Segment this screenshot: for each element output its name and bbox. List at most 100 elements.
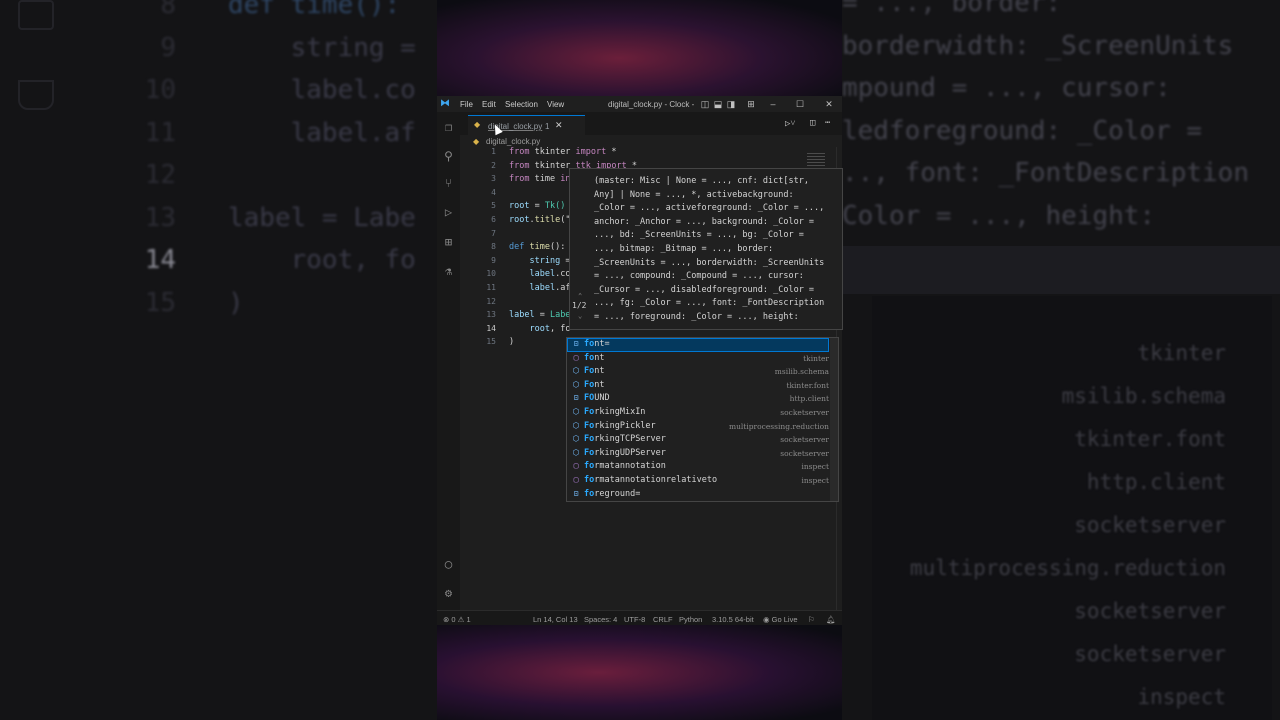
- menu-selection[interactable]: Selection: [505, 100, 538, 109]
- language-mode[interactable]: Python: [679, 615, 702, 624]
- background-line-number: 9: [160, 32, 176, 63]
- title-bar: ⧓ File Edit Selection View digital_clock…: [437, 96, 842, 112]
- code-token: root: [509, 201, 530, 212]
- suggestion-match: fo: [584, 339, 595, 349]
- background-extensions-icon: [18, 0, 54, 30]
- indentation[interactable]: Spaces: 4: [584, 615, 617, 624]
- tab-close-icon[interactable]: ✕: [555, 120, 563, 131]
- suggestion-item[interactable]: ⊡ font=: [567, 338, 829, 352]
- previous-signature-icon[interactable]: ⌃: [578, 292, 582, 300]
- next-signature-icon[interactable]: ⌄: [578, 312, 582, 320]
- menu-view[interactable]: View: [547, 100, 564, 109]
- window-title: digital_clock.py - Clock -: [608, 100, 695, 109]
- line-number: 4: [491, 187, 496, 197]
- suggestion-item[interactable]: ⊡ FOUND http.client: [567, 392, 829, 406]
- run-debug-icon[interactable]: ▷: [441, 205, 456, 220]
- more-actions-icon[interactable]: ⋯: [825, 118, 830, 128]
- search-icon[interactable]: ⚲: [441, 149, 456, 164]
- code-line[interactable]: def time():: [509, 242, 565, 252]
- code-token: label: [509, 310, 535, 321]
- top-glow: [437, 0, 842, 97]
- background-suggestion-detail: socketserver: [1074, 599, 1226, 623]
- problems-status[interactable]: ⊗ 0 ⚠ 1: [443, 615, 471, 624]
- breadcrumb: ◆ digital_clock.py: [460, 135, 842, 147]
- testing-icon[interactable]: ⚗: [441, 264, 456, 279]
- code-token: ():: [549, 242, 566, 253]
- suggestion-item[interactable]: ⬡ Font msilib.schema: [567, 365, 830, 379]
- class-icon: ⬡: [572, 434, 580, 444]
- variable-icon: ⊡: [573, 488, 579, 498]
- background-line-number: 10: [144, 75, 176, 105]
- code-line[interactable]: from tkinter import *: [509, 147, 617, 157]
- python-file-icon: ◆: [473, 137, 480, 146]
- line-number: 5: [491, 201, 496, 211]
- toggle-panel-icon[interactable]: ⬓: [712, 98, 724, 110]
- close-window-icon[interactable]: ✕: [823, 98, 835, 110]
- suggestion-item[interactable]: ⬡ ForkingMixIn socketserver: [567, 406, 830, 420]
- code-line[interactable]: root, fo: [509, 324, 570, 334]
- menu-edit[interactable]: Edit: [482, 100, 496, 109]
- line-ending[interactable]: CRLF: [653, 615, 673, 624]
- line-number: 13: [486, 310, 496, 320]
- suggestion-scrollbar[interactable]: [830, 338, 838, 501]
- toggle-secondary-sidebar-icon[interactable]: ◨: [725, 98, 737, 110]
- code-line[interactable]: label = Labe: [509, 310, 570, 320]
- background-suggestion-detail: inspect: [1137, 685, 1226, 709]
- menu-file[interactable]: File: [460, 100, 473, 109]
- suggestion-rest: rkingMixIn: [594, 407, 646, 417]
- background-code-line: string =: [228, 32, 416, 63]
- suggestion-item[interactable]: ▢ formatannotation inspect: [567, 460, 829, 474]
- suggestion-widget: ⊡ font= ▢ font tkinter ⬡ Font msilib.schema ⬡ Fon…: [566, 337, 839, 502]
- run-file-icon[interactable]: ▷˅: [785, 118, 796, 129]
- suggestion-item[interactable]: ▢ font tkinter: [567, 352, 829, 366]
- suggestion-detail: multiprocessing.reduction: [728, 421, 829, 431]
- suggestion-rest: rmatannotation: [594, 461, 666, 472]
- code-token: string: [529, 255, 561, 266]
- code-line[interactable]: root = Tk(): [509, 201, 565, 211]
- suggestion-item[interactable]: ⬡ ForkingUDPServer socketserver: [567, 447, 830, 461]
- code-token: time: [529, 242, 550, 253]
- background-panel: [842, 246, 1280, 294]
- python-file-icon: ◆: [474, 120, 481, 129]
- suggestion-item[interactable]: ▢ formatannotationrelativeto inspect: [567, 474, 829, 488]
- suggestion-rest: UND: [594, 393, 610, 404]
- settings-gear-icon[interactable]: ⚙: [441, 586, 456, 601]
- suggestion-match: Fo: [584, 407, 595, 417]
- suggestion-item[interactable]: ⊡ foreground=: [567, 488, 829, 501]
- account-icon[interactable]: ◯: [441, 557, 456, 572]
- code-line[interactable]: from time in: [509, 174, 570, 184]
- split-editor-icon[interactable]: ◫: [810, 118, 815, 128]
- encoding[interactable]: UTF-8: [624, 615, 645, 624]
- minimap[interactable]: [807, 153, 825, 167]
- notifications-bell-icon[interactable]: 🔔︎: [826, 615, 836, 624]
- feedback-icon[interactable]: ⚐: [808, 615, 815, 624]
- background-code-line: label.af: [228, 117, 416, 148]
- extensions-icon[interactable]: ⊞: [441, 235, 456, 250]
- tab-digital-clock[interactable]: ◆ digital_clock.py 1 ✕: [468, 115, 585, 136]
- go-live-button[interactable]: ◉ Go Live: [763, 615, 798, 624]
- suggestion-item[interactable]: ⬡ Font tkinter.font: [567, 379, 830, 393]
- background-code-line: label = Labe: [228, 202, 416, 233]
- suggestion-item[interactable]: ⬡ ForkingPickler multiprocessing.reduction: [567, 420, 830, 434]
- code-line[interactable]: string =: [509, 256, 570, 266]
- toggle-sidebar-icon[interactable]: ◫: [699, 98, 711, 110]
- cursor-position[interactable]: Ln 14, Col 13: [533, 615, 578, 624]
- suggestion-item[interactable]: ⬡ ForkingTCPServer socketserver: [567, 433, 830, 447]
- breadcrumb-file[interactable]: digital_clock.py: [486, 137, 540, 146]
- source-control-icon[interactable]: ⑂: [441, 176, 456, 191]
- code-token: root: [509, 215, 530, 225]
- customize-layout-icon[interactable]: ⊞: [745, 98, 757, 110]
- code-line[interactable]: root.title(": [509, 215, 570, 225]
- background-suggestion-detail: http.client: [1086, 470, 1226, 494]
- suggestion-rest: nt: [594, 379, 605, 390]
- code-line[interactable]: label.af: [509, 283, 570, 293]
- activity-bar: ❐ ⚲ ⑂ ▷ ⊞ ⚗ ◯ ⚙: [437, 112, 460, 610]
- code-line[interactable]: ): [509, 337, 514, 347]
- maximize-icon[interactable]: ☐: [794, 98, 806, 110]
- python-interpreter[interactable]: 3.10.5 64-bit: [712, 615, 754, 624]
- minimize-icon[interactable]: –: [767, 98, 779, 110]
- line-number: 3: [491, 174, 496, 184]
- code-line[interactable]: label.co: [509, 269, 570, 279]
- explorer-icon[interactable]: ❐: [441, 120, 456, 135]
